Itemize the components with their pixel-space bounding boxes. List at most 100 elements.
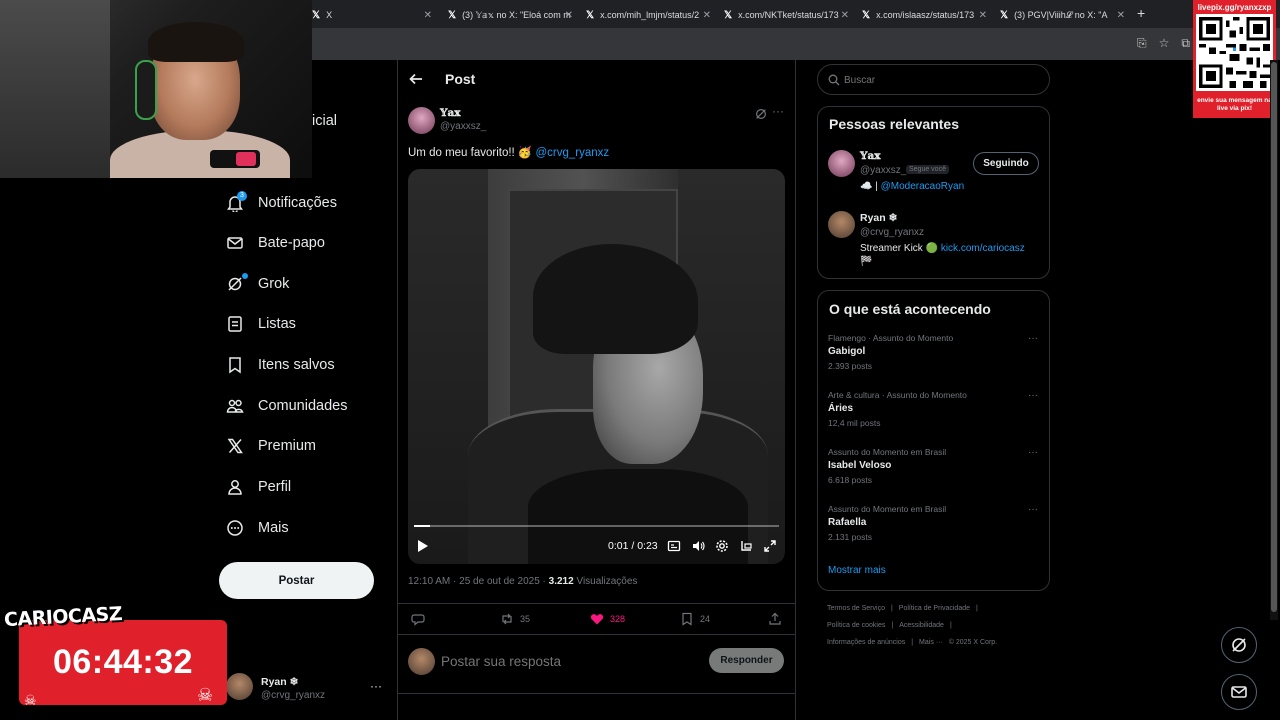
video-player[interactable]: 0:01 / 0:23 xyxy=(408,169,785,564)
relevant-name[interactable]: Ryan ❄ xyxy=(860,212,897,224)
bookmark-action[interactable]: 24 xyxy=(680,611,710,627)
trend-item[interactable]: Flamengo · Assunto do Momento Gabigol 2.39… xyxy=(828,333,1038,371)
browser-tab[interactable]: 𝕏x.com/NKTket/status/173 ✕ xyxy=(724,4,849,26)
relevant-handle[interactable]: @crvg_ryanxz xyxy=(860,227,924,238)
browser-tab[interactable]: 𝕏x.com/islaasz/status/173 ✕ xyxy=(862,4,987,26)
more-options-icon[interactable]: ··· xyxy=(1028,504,1038,515)
grok-floating-button[interactable] xyxy=(1221,627,1257,663)
browser-tab[interactable]: 𝕏 (3) 𝕐𝕒𝕩 no X: "Eloá com m ✕ xyxy=(448,4,573,26)
play-icon[interactable] xyxy=(417,539,429,553)
volume-icon[interactable] xyxy=(691,539,705,553)
new-tab-button[interactable]: + xyxy=(1137,5,1145,21)
browser-tab[interactable]: 𝕏x.com/mih_lmjm/status/2 ✕ xyxy=(586,4,711,26)
video-progress-bar[interactable] xyxy=(414,525,779,527)
nav-home-partial[interactable]: icial xyxy=(312,113,337,129)
nav-label: Mais xyxy=(258,520,289,536)
more-options-icon[interactable]: ··· xyxy=(1028,333,1038,344)
trend-category: Assunto do Momento em Brasil xyxy=(828,504,947,514)
more-options-icon[interactable]: ··· xyxy=(1028,447,1038,458)
grok-icon xyxy=(226,275,244,293)
trend-item[interactable]: Assunto do Momento em Brasil Isabel Velos… xyxy=(828,447,1038,485)
share-action[interactable] xyxy=(768,611,782,627)
trend-item[interactable]: Arte & cultura · Assunto do Momento Áries… xyxy=(828,390,1038,428)
tweet-timestamp[interactable]: 12:10 AM · 25 de out de 2025 · xyxy=(408,576,549,587)
video-time: 0:01 / 0:23 xyxy=(608,540,658,552)
footer-link[interactable]: Política de cookies xyxy=(827,622,885,629)
search-input[interactable] xyxy=(844,72,1034,88)
reply-action[interactable] xyxy=(411,611,431,627)
x-logo-icon: 𝕏 xyxy=(586,9,595,21)
back-arrow-icon[interactable] xyxy=(408,71,424,87)
bio-link[interactable]: kick.com/cariocasz xyxy=(941,243,1025,254)
close-icon[interactable]: ✕ xyxy=(424,10,432,21)
relevant-bio-line2: 🏁 xyxy=(860,256,873,267)
retweet-action[interactable]: 35 xyxy=(500,611,530,627)
footer-link[interactable]: Acessibilidade xyxy=(899,622,944,629)
following-button[interactable]: Seguindo xyxy=(973,152,1039,175)
scrollbar-thumb[interactable] xyxy=(1271,62,1277,612)
nav-lists[interactable]: Listas xyxy=(226,309,296,339)
relevant-bio: ☁️ | @ModeracaoRyan xyxy=(860,181,964,192)
nav-communities[interactable]: Comunidades xyxy=(226,391,347,421)
divider xyxy=(397,634,796,635)
captions-icon[interactable] xyxy=(667,539,681,553)
install-app-icon[interactable]: ⎘ xyxy=(1137,36,1147,51)
footer-link[interactable]: Termos de Serviço xyxy=(827,605,885,612)
reply-button[interactable]: Responder xyxy=(709,648,784,673)
timer-value: 06:44:32 xyxy=(52,643,194,681)
like-action[interactable]: 328 xyxy=(590,611,625,627)
notification-badge: 3 xyxy=(237,191,247,201)
tab-title: (3) PGV|Viiih𝓛 no X: "A xyxy=(1014,9,1108,20)
more-options-icon[interactable]: ··· xyxy=(772,104,784,118)
footer-links-row: Termos de Serviço | Política de Privacidad… xyxy=(827,600,1047,617)
panel-title: O que está acontecendo xyxy=(829,301,991,317)
footer-link[interactable]: Mais ··· xyxy=(919,639,943,646)
more-options-icon[interactable]: ··· xyxy=(1028,390,1038,401)
nav-more[interactable]: Mais xyxy=(226,513,289,543)
nav-grok[interactable]: Grok xyxy=(226,269,289,299)
trend-category: Assunto do Momento em Brasil xyxy=(828,447,947,457)
close-icon[interactable]: ✕ xyxy=(841,10,849,21)
relevant-handle[interactable]: @yaxxsz_ xyxy=(860,165,906,176)
close-icon[interactable]: ✕ xyxy=(565,10,573,21)
nav-premium[interactable]: Premium xyxy=(226,431,316,461)
video-progress-fill xyxy=(414,525,430,527)
nav-bookmarks[interactable]: Itens salvos xyxy=(226,350,335,380)
post-button[interactable]: Postar xyxy=(219,562,374,599)
nav-chat[interactable]: Bate-papo xyxy=(226,228,325,258)
nav-label: Itens salvos xyxy=(258,357,335,373)
popout-icon[interactable] xyxy=(739,539,753,553)
footer-link[interactable]: © 2025 X Corp. xyxy=(949,639,997,646)
star-bookmark-icon[interactable]: ☆ xyxy=(1159,36,1170,51)
fullscreen-icon[interactable] xyxy=(763,539,777,553)
messages-floating-button[interactable] xyxy=(1221,674,1257,710)
relevant-name[interactable]: 𝕐𝕒𝕩 xyxy=(860,150,881,162)
show-more-link[interactable]: Mostrar mais xyxy=(828,565,886,576)
avatar[interactable] xyxy=(408,107,435,134)
footer-link[interactable]: Política de Privacidade xyxy=(899,605,970,612)
account-more-icon[interactable]: ··· xyxy=(370,679,382,693)
bio-link[interactable]: @ModeracaoRyan xyxy=(881,181,965,192)
close-icon[interactable]: ✕ xyxy=(979,10,987,21)
avatar[interactable] xyxy=(828,211,855,238)
browser-tab[interactable]: 𝕏 (3) PGV|Viiih𝓛 no X: "A ✕ xyxy=(1000,4,1125,26)
avatar[interactable] xyxy=(828,150,855,177)
author-handle[interactable]: @yaxxsz_ xyxy=(440,121,486,132)
grok-icon[interactable] xyxy=(754,107,768,121)
tweet-mention-link[interactable]: @crvg_ryanxz xyxy=(535,147,609,159)
nav-profile[interactable]: Perfil xyxy=(226,472,291,502)
account-switcher[interactable]: Ryan ❄ @crvg_ryanxz ··· xyxy=(226,673,386,709)
nav-label: Bate-papo xyxy=(258,235,325,251)
reply-input[interactable] xyxy=(441,652,691,670)
close-icon[interactable]: ✕ xyxy=(1117,10,1125,21)
extensions-icon[interactable]: ⧉ xyxy=(1181,36,1190,51)
footer-link[interactable]: Informações de anúncios xyxy=(827,639,905,646)
trend-count: 6.618 posts xyxy=(828,475,872,485)
search-box[interactable] xyxy=(817,64,1050,95)
author-name[interactable]: 𝕐𝕒𝕩 xyxy=(440,107,461,119)
trend-item[interactable]: Assunto do Momento em Brasil Rafaella 2.13… xyxy=(828,504,1038,542)
settings-gear-icon[interactable] xyxy=(715,539,729,553)
webcam-headset xyxy=(135,60,157,120)
close-icon[interactable]: ✕ xyxy=(703,10,711,21)
browser-tab[interactable]: 𝕏 X ✕ xyxy=(312,4,432,26)
